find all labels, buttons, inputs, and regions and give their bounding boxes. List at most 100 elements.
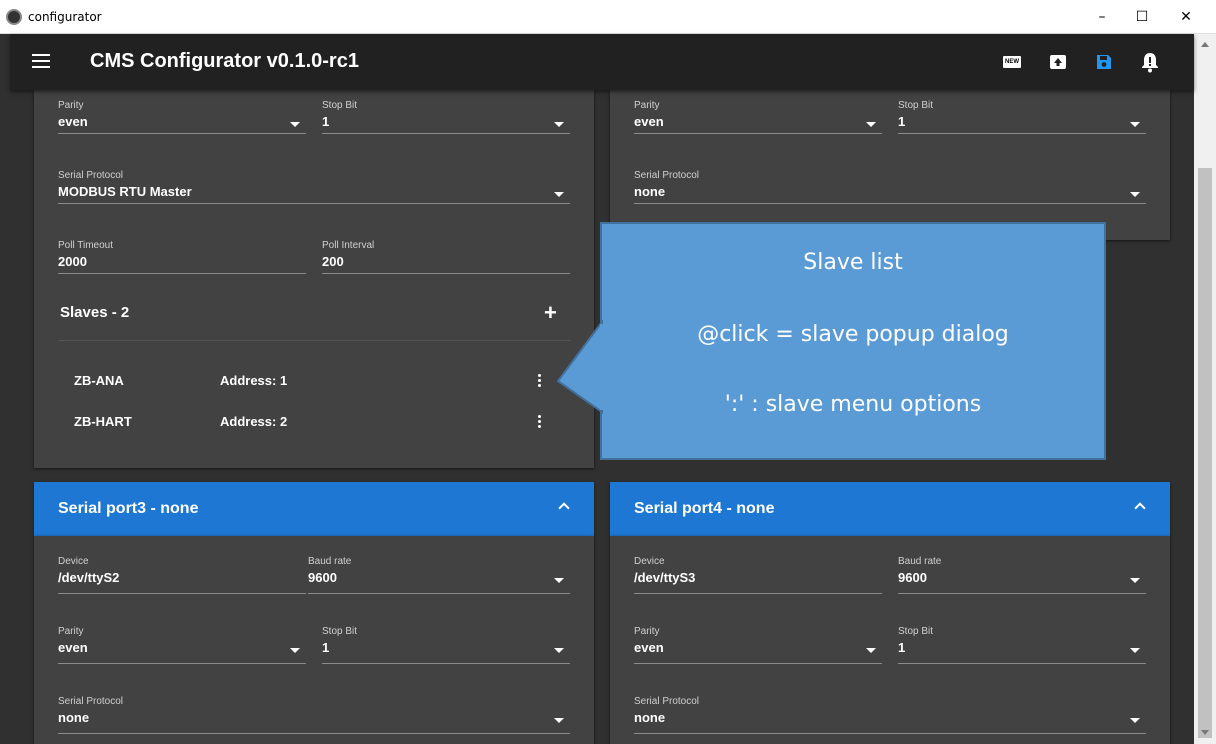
stop-bit-select[interactable]: Stop Bit 1 [322,100,570,134]
app-title: CMS Configurator v0.1.0-rc1 [90,50,359,72]
callout-title: Slave list [803,250,903,275]
dropdown-arrow-icon [866,122,876,127]
baud-rate-value: 9600 [898,570,927,585]
poll-interval-value: 200 [322,254,344,269]
parity-value: even [634,640,664,655]
device-input[interactable]: Device /dev/ttyS2 [58,556,306,594]
serial-port3-title: Serial port3 - none [58,500,199,517]
serial-protocol-value: none [634,184,666,199]
device-label: Device [634,556,665,567]
divider [58,340,570,341]
serial-port4-title: Serial port4 - none [634,500,775,517]
dropdown-arrow-icon [1130,718,1140,723]
stop-bit-value: 1 [322,640,330,655]
device-value: /dev/ttyS2 [58,570,120,585]
baud-rate-label: Baud rate [308,556,352,567]
stop-bit-label: Stop Bit [322,100,358,111]
serial-protocol-value: none [58,710,90,725]
callout-click-note: @click = slave popup dialog [697,322,1009,347]
serial-protocol-value: MODBUS RTU Master [58,184,192,199]
baud-rate-value: 9600 [308,570,337,585]
stop-bit-value: 1 [898,114,906,129]
window-titlebar: configurator – ☐ ✕ [0,0,1216,34]
dropdown-arrow-icon [866,648,876,653]
add-slave-button[interactable]: + [544,300,557,326]
dropdown-arrow-icon [290,122,300,127]
stop-bit-label: Stop Bit [898,626,934,637]
dropdown-arrow-icon [554,648,564,653]
poll-interval-label: Poll Interval [322,240,375,251]
dropdown-arrow-icon [1130,578,1140,583]
more-vert-icon[interactable] [538,415,542,429]
dropdown-arrow-icon [1130,122,1140,127]
stop-bit-select[interactable]: Stop Bit 1 [898,100,1146,134]
parity-value: even [634,114,664,129]
upload-icon[interactable] [1046,50,1070,74]
slaves-title: Slaves - 2 [60,304,130,321]
serial-protocol-label: Serial Protocol [634,696,700,707]
parity-select[interactable]: Parity even [58,626,306,664]
close-button[interactable]: ✕ [1166,2,1206,32]
stop-bit-label: Stop Bit [898,100,934,111]
slave-address: Address: 2 [220,414,288,429]
baud-rate-select[interactable]: Baud rate 9600 [308,556,570,594]
dropdown-arrow-icon [554,718,564,723]
dropdown-arrow-icon [554,122,564,127]
poll-timeout-value: 2000 [58,254,87,269]
poll-timeout-input[interactable]: Poll Timeout 2000 [58,240,306,274]
stop-bit-value: 1 [898,640,906,655]
dropdown-arrow-icon [1130,192,1140,197]
vertical-scrollbar[interactable] [1194,34,1216,744]
poll-interval-input[interactable]: Poll Interval 200 [322,240,570,274]
stop-bit-select[interactable]: Stop Bit 1 [898,626,1146,664]
stop-bit-label: Stop Bit [322,626,358,637]
serial-protocol-value: none [634,710,666,725]
parity-select[interactable]: Parity even [58,100,306,134]
scroll-up-icon[interactable] [1201,42,1209,47]
new-config-icon[interactable]: NEW [1000,50,1024,74]
baud-rate-select[interactable]: Baud rate 9600 [898,556,1146,594]
hamburger-menu-icon[interactable] [32,54,50,68]
notification-alert-icon[interactable] [1138,50,1162,74]
parity-select[interactable]: Parity even [634,100,882,134]
minimize-button[interactable]: – [1082,2,1122,32]
serial-port-card-top-left: Parity even Stop Bit 1 Serial Protocol M… [34,90,594,468]
serial-port4-header[interactable]: Serial port4 - none [610,482,1170,536]
serial-port3-header[interactable]: Serial port3 - none [34,482,594,536]
poll-timeout-label: Poll Timeout [58,240,114,251]
stop-bit-value: 1 [322,114,330,129]
stop-bit-select[interactable]: Stop Bit 1 [322,626,570,664]
serial-protocol-select[interactable]: Serial Protocol MODBUS RTU Master [58,170,570,204]
dropdown-arrow-icon [1130,648,1140,653]
parity-value: even [58,114,88,129]
device-label: Device [58,556,89,567]
parity-label: Parity [634,626,660,637]
slave-address: Address: 1 [220,373,288,388]
chevron-up-icon[interactable] [558,502,570,514]
scroll-down-icon[interactable] [1201,730,1209,735]
serial-protocol-select[interactable]: Serial Protocol none [634,170,1146,204]
app-icon [6,9,22,25]
save-icon[interactable] [1092,50,1116,74]
device-input[interactable]: Device /dev/ttyS3 [634,556,882,594]
parity-select[interactable]: Parity even [634,626,882,664]
parity-label: Parity [634,100,660,111]
callout-menu-note: ':' : slave menu options [724,392,982,417]
more-vert-icon[interactable] [538,374,542,388]
dropdown-arrow-icon [554,578,564,583]
serial-protocol-label: Serial Protocol [634,170,700,181]
serial-port4-card: Device /dev/ttyS3 Baud rate 9600 Parity … [610,536,1170,744]
chevron-up-icon[interactable] [1134,502,1146,514]
parity-label: Parity [58,626,84,637]
serial-protocol-select[interactable]: Serial Protocol none [634,696,1146,734]
parity-value: even [58,640,88,655]
slave-name: ZB-HART [74,414,132,429]
serial-protocol-select[interactable]: Serial Protocol none [58,696,570,734]
maximize-button[interactable]: ☐ [1122,2,1162,32]
serial-protocol-label: Serial Protocol [58,170,124,181]
window-title: configurator [28,10,102,24]
serial-protocol-label: Serial Protocol [58,696,124,707]
scroll-thumb[interactable] [1198,168,1212,738]
parity-label: Parity [58,100,84,111]
slave-name: ZB-ANA [74,373,124,388]
